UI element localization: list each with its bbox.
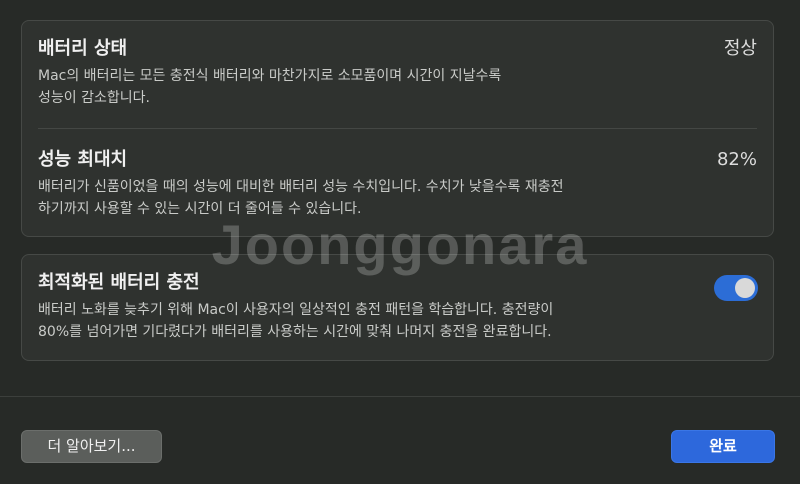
optimized-charging-description-line2: 80%를 넘어가면 기다렸다가 배터리를 사용하는 시간에 맞춰 나머지 충전을… (38, 324, 552, 340)
battery-health-description-line1: Mac의 배터리는 모든 충전식 배터리와 마찬가지로 소모품이며 시간이 지날… (38, 68, 502, 84)
optimized-charging-toggle[interactable] (714, 275, 758, 301)
max-capacity-description-line2: 하기까지 사용할 수 있는 시간이 더 줄어들 수 있습니다. (38, 201, 362, 217)
battery-health-title: 배터리 상태 (38, 38, 128, 59)
max-capacity-description-line1: 배터리가 신품이었을 때의 성능에 대비한 배터리 성능 수치입니다. 수치가 … (38, 179, 564, 195)
optimized-charging-description-line1: 배터리 노화를 늦추기 위해 Mac이 사용자의 일상적인 충전 패턴을 학습합… (38, 302, 554, 318)
battery-info-card: 배터리 상태 정상 Mac의 배터리는 모든 충전식 배터리와 마찬가지로 소모… (21, 20, 774, 237)
battery-health-description: Mac의 배터리는 모든 충전식 배터리와 마찬가지로 소모품이며 시간이 지날… (38, 65, 757, 109)
card-divider (38, 128, 757, 129)
toggle-knob (735, 278, 755, 298)
footer-separator (0, 396, 800, 397)
learn-more-button[interactable]: 더 알아보기... (21, 430, 162, 463)
max-capacity-description: 배터리가 신품이었을 때의 성능에 대비한 배터리 성능 수치입니다. 수치가 … (38, 176, 757, 220)
max-capacity-row: 성능 최대치 82% 배터리가 신품이었을 때의 성능에 대비한 배터리 성능 … (38, 148, 757, 220)
done-button[interactable]: 완료 (671, 430, 775, 463)
max-capacity-title: 성능 최대치 (38, 149, 128, 170)
optimized-charging-card: 최적화된 배터리 충전 배터리 노화를 늦추기 위해 Mac이 사용자의 일상적… (21, 254, 774, 361)
battery-health-description-line2: 성능이 감소합니다. (38, 90, 150, 106)
max-capacity-value: 82% (716, 149, 757, 170)
optimized-charging-row: 최적화된 배터리 충전 배터리 노화를 늦추기 위해 Mac이 사용자의 일상적… (38, 271, 693, 343)
optimized-charging-description: 배터리 노화를 늦추기 위해 Mac이 사용자의 일상적인 충전 패턴을 학습합… (38, 299, 693, 343)
battery-health-value: 정상 (723, 38, 757, 59)
optimized-charging-title: 최적화된 배터리 충전 (38, 272, 200, 293)
battery-health-row: 배터리 상태 정상 Mac의 배터리는 모든 충전식 배터리와 마찬가지로 소모… (38, 37, 757, 109)
